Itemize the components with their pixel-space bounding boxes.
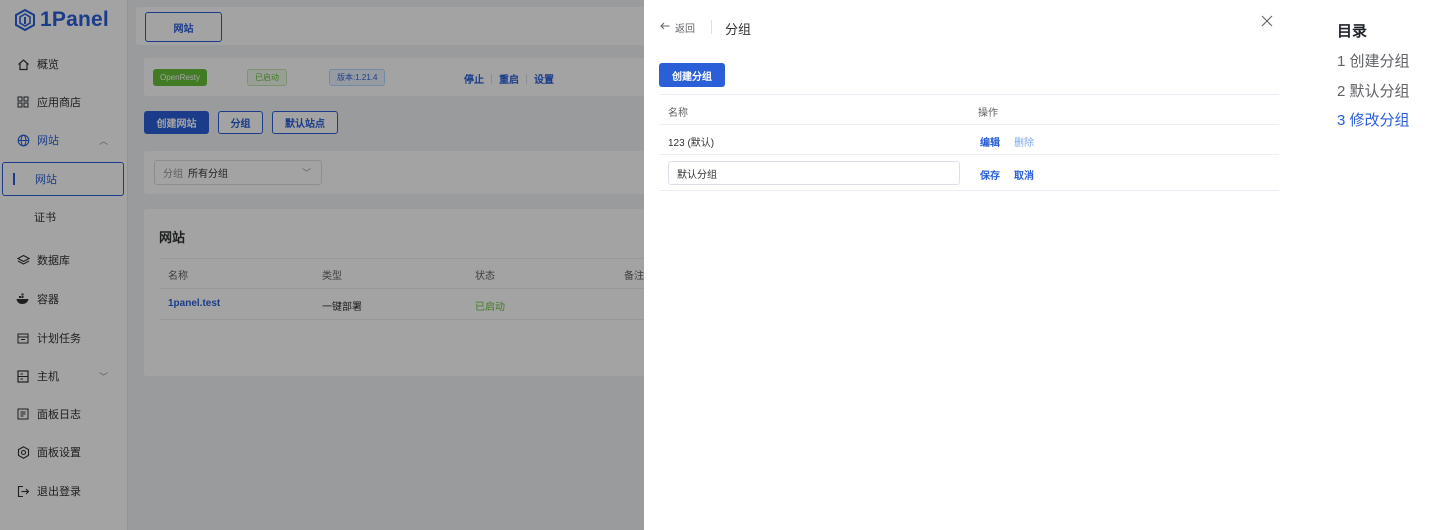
edit-button[interactable]: 编辑 xyxy=(980,134,1000,149)
drawer-header: 返回 分组 xyxy=(644,0,1290,48)
toc-title: 目录 xyxy=(1337,23,1368,40)
toc-item-edit-group[interactable]: 3 修改分组 xyxy=(1337,109,1410,130)
back-button[interactable]: 返回 xyxy=(660,20,695,35)
table-of-contents: 目录 1 创建分组 2 默认分组 3 修改分组 xyxy=(1290,0,1445,530)
modal-overlay[interactable] xyxy=(0,0,644,530)
create-group-button[interactable]: 创建分组 xyxy=(659,63,725,87)
column-header-actions: 操作 xyxy=(978,108,998,119)
drawer-title: 分组 xyxy=(725,22,752,37)
arrow-left-icon xyxy=(660,22,670,33)
close-icon[interactable] xyxy=(1260,14,1276,30)
table-header-row: 名称 操作 xyxy=(659,94,1279,124)
table-row-editing: 默认分组 保存 取消 xyxy=(659,154,1279,191)
group-name-input[interactable]: 默认分组 xyxy=(668,161,960,185)
group-drawer: 返回 分组 创建分组 名称 操作 123 (默认) 编辑 删除 默认分组 保存 … xyxy=(644,0,1290,530)
divider xyxy=(711,20,712,34)
cancel-button[interactable]: 取消 xyxy=(1014,167,1034,182)
table-row: 123 (默认) 编辑 删除 xyxy=(659,124,1279,154)
save-button[interactable]: 保存 xyxy=(980,167,1000,182)
column-header-name: 名称 xyxy=(668,108,688,119)
app-window: 1Panel 概览 应用商店 网站 ︿ 网站 证书 数据库 容器 计划任务 主机… xyxy=(0,0,1290,530)
toc-item-create-group[interactable]: 1 创建分组 xyxy=(1337,50,1410,71)
group-name: 123 (默认) xyxy=(668,138,715,149)
back-label: 返回 xyxy=(675,24,695,35)
delete-button[interactable]: 删除 xyxy=(1014,134,1034,149)
toc-item-default-group[interactable]: 2 默认分组 xyxy=(1337,80,1410,101)
